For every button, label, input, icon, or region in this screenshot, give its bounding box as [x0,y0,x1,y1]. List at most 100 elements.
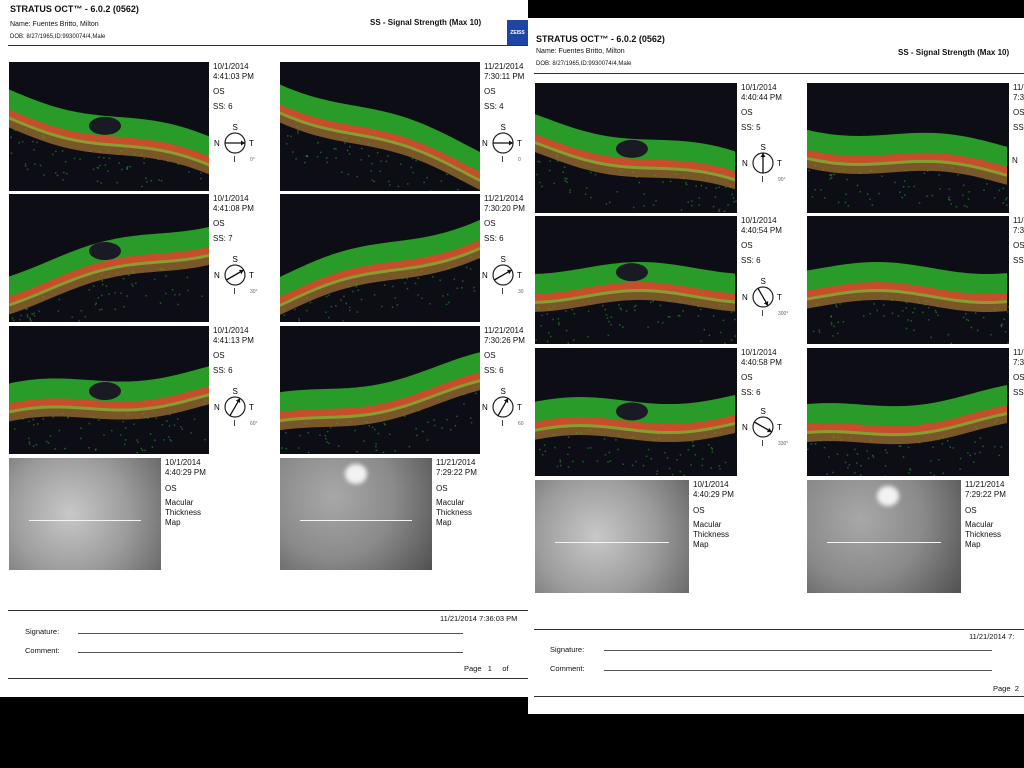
scan-time: 4:40:54 PM [741,226,782,235]
speckle [966,205,968,208]
bottom-rule [8,678,528,679]
speckle [352,290,354,293]
speckle [814,188,816,191]
speckle [704,434,707,436]
speckle [470,417,472,419]
compass-n-label: N [1012,156,1018,165]
compass-i-label: I [234,419,236,428]
speckle [415,434,418,437]
speckle [680,209,683,211]
speckle [335,422,338,425]
speckle [541,185,543,188]
speckle [703,328,706,331]
speckle [39,164,42,167]
speckle [543,444,546,446]
speckle [934,309,937,312]
speckle [10,136,12,138]
speckle [103,434,105,436]
compass-i-label: I [502,287,504,296]
speckle [180,426,182,428]
speckle [101,283,104,286]
speckle [98,419,100,422]
compass-s-label: S [233,387,238,396]
speckle [894,181,896,184]
compass-angle-label: 30 [518,289,524,295]
cystic-space [615,402,648,421]
speckle [28,420,30,423]
speckle [121,168,123,171]
speckle [108,157,111,160]
page-label: Page [464,664,482,673]
speckle [306,296,309,299]
speckle [330,305,333,308]
speckle [365,421,368,423]
speckle [619,170,622,172]
speckle [974,441,976,443]
speckle [938,458,940,461]
speckle [140,447,143,450]
page-indicator: Page 1 of [464,664,509,673]
speckle [371,179,374,182]
speckle [616,190,619,193]
speckle [145,177,147,179]
speckle [473,386,475,388]
compass-i-label: I [234,155,236,164]
speckle [700,340,703,342]
speckle [925,300,927,302]
speckle [114,308,117,311]
compass-i-label: I [502,419,504,428]
scan-date: 10/1/2014 [741,83,777,92]
speckle [328,294,331,296]
speckle [97,278,99,280]
speckle [387,180,390,183]
scan-eye: OS [741,108,753,117]
speckle [103,157,105,159]
speckle [124,443,126,446]
speckle [421,297,423,299]
speckle [695,185,697,187]
speckle [837,436,840,439]
speckle [932,446,934,448]
speckle [661,322,664,324]
speckle [37,423,39,425]
compass-t-label: T [777,159,782,168]
speckle [718,210,720,213]
speckle [295,158,297,160]
speckle [677,315,680,317]
speckle [718,465,721,467]
speckle [948,196,950,199]
speckle [381,305,383,308]
speckle [356,283,358,285]
compass-n-label: N [214,271,220,280]
speckle [122,420,124,423]
speckle [168,413,171,416]
speckle [904,169,907,172]
compass-t-label: T [517,403,522,412]
speckle [697,305,700,308]
footer-rule [8,610,528,611]
speckle [133,153,136,156]
speckle [204,438,206,441]
speckle [969,454,972,457]
speckle [371,426,374,429]
speckle [602,304,604,307]
speckle [560,464,562,467]
oct-scan-image [807,216,1009,344]
speckle [902,186,905,188]
speckle [974,452,976,455]
scan-eye: OS [1013,241,1024,250]
speckle [891,299,893,301]
speckle [957,174,959,176]
scan-date: 10/1/2014 [213,194,249,203]
speckle [181,428,183,430]
speckle [328,442,330,445]
speckle [1006,204,1008,207]
speckle [565,177,568,180]
speckle [129,165,132,168]
speckle [638,181,640,184]
speckle [929,472,932,474]
speckle [414,282,417,285]
speckle [168,436,170,438]
speckle [923,172,926,174]
oct-scan-image [280,62,480,191]
